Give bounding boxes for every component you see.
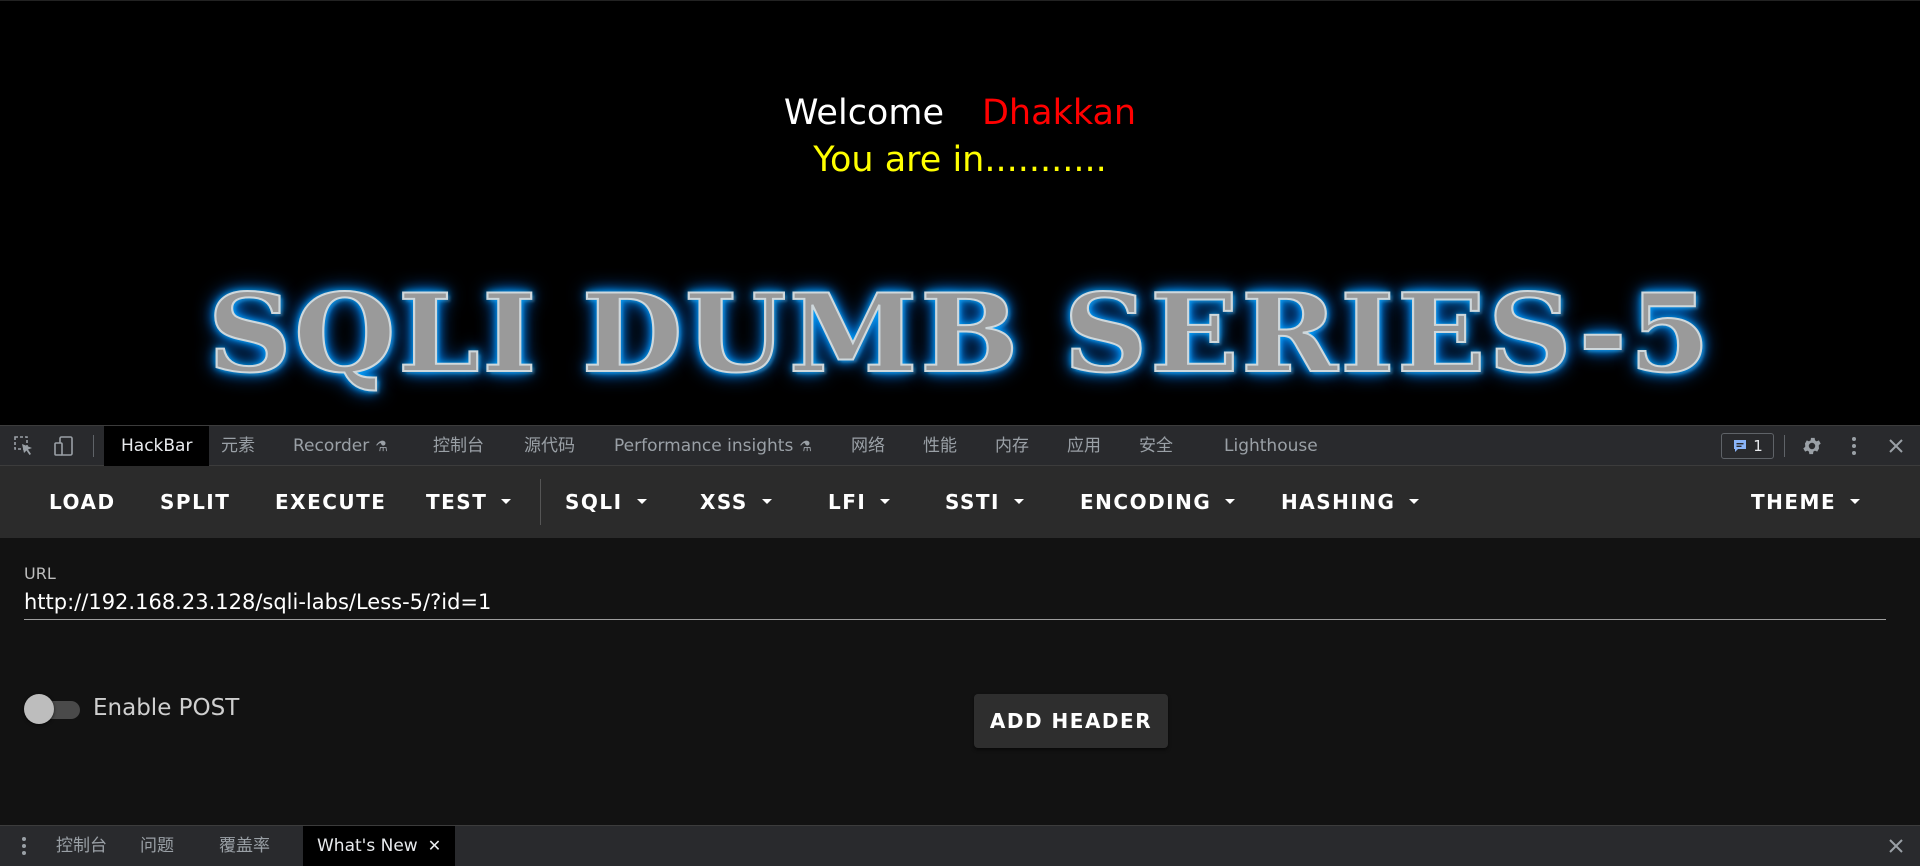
theme-menu-label: THEME — [1751, 490, 1837, 514]
xss-menu-label: XSS — [700, 490, 748, 514]
tab-security[interactable]: 安全 — [1139, 426, 1173, 466]
close-drawer-icon[interactable] — [1884, 834, 1908, 858]
ssti-menu-button[interactable]: SSTI — [945, 466, 1024, 538]
welcome-line: Welcome Dhakkan — [0, 93, 1920, 133]
tab-lighthouse[interactable]: Lighthouse — [1224, 426, 1318, 466]
tab-recorder-label: Recorder — [293, 436, 370, 456]
lfi-menu-label: LFI — [828, 490, 867, 514]
encoding-menu-label: ENCODING — [1080, 490, 1212, 514]
encoding-menu-button[interactable]: ENCODING — [1080, 466, 1236, 538]
page-viewport: Welcome Dhakkan You are in........... SQL… — [0, 0, 1920, 426]
device-toolbar-icon[interactable] — [52, 434, 76, 458]
tab-elements[interactable]: 元素 — [221, 426, 255, 466]
close-devtools-icon[interactable] — [1884, 434, 1908, 458]
drawer-tab-coverage[interactable]: 覆盖率 — [219, 826, 270, 866]
lfi-menu-button[interactable]: LFI — [828, 466, 891, 538]
tab-performance[interactable]: 性能 — [923, 426, 957, 466]
close-tab-icon[interactable]: ✕ — [428, 836, 441, 855]
drawer-tab-console[interactable]: 控制台 — [56, 826, 107, 866]
drawer-tab-whats-new[interactable]: What's New ✕ — [303, 826, 456, 866]
issues-icon — [1734, 440, 1747, 452]
tab-bar-divider — [1784, 435, 1785, 457]
execute-button[interactable]: EXECUTE — [275, 466, 386, 538]
xss-menu-button[interactable]: XSS — [700, 466, 772, 538]
tab-console[interactable]: 控制台 — [433, 426, 484, 466]
drawer-menu-icon[interactable] — [12, 834, 36, 858]
caret-down-icon — [761, 499, 772, 504]
enable-post-label: Enable POST — [93, 695, 240, 721]
tab-application[interactable]: 应用 — [1067, 426, 1101, 466]
tab-bar-divider — [93, 435, 94, 457]
caret-down-icon — [1850, 499, 1861, 504]
welcome-text: Welcome — [783, 93, 944, 133]
status-text: You are in........... — [813, 140, 1107, 180]
tab-memory[interactable]: 内存 — [995, 426, 1029, 466]
hackbar-toolbar: LOAD SPLIT EXECUTE TEST SQLI XSS LFI SST… — [0, 466, 1920, 538]
test-menu-button[interactable]: TEST — [426, 466, 512, 538]
user-name: Dhakkan — [981, 93, 1137, 133]
url-input[interactable] — [24, 585, 1886, 620]
caret-down-icon — [1225, 499, 1236, 504]
test-menu-label: TEST — [426, 490, 488, 514]
tab-performance-insights-label: Performance insights — [614, 436, 794, 456]
toggle-knob — [24, 694, 54, 724]
issues-count: 1 — [1753, 437, 1763, 455]
sqli-menu-label: SQLI — [565, 490, 623, 514]
toolbar-divider — [540, 479, 541, 525]
caret-down-icon — [1409, 499, 1420, 504]
hashing-menu-label: HASHING — [1281, 490, 1396, 514]
theme-menu-button[interactable]: THEME — [1751, 466, 1861, 538]
drawer-tab-whats-new-label: What's New — [317, 836, 418, 856]
caret-down-icon — [636, 499, 647, 504]
add-header-button[interactable]: ADD HEADER — [974, 694, 1168, 748]
more-options-icon[interactable] — [1842, 434, 1866, 458]
hashing-menu-button[interactable]: HASHING — [1281, 466, 1420, 538]
load-button[interactable]: LOAD — [49, 466, 116, 538]
drawer-tab-issues[interactable]: 问题 — [140, 826, 174, 866]
tab-recorder[interactable]: Recorder ⚗ — [293, 426, 388, 466]
inspect-element-icon[interactable] — [12, 434, 36, 458]
enable-post-toggle[interactable] — [24, 694, 80, 724]
sqli-menu-button[interactable]: SQLI — [565, 466, 647, 538]
devtools-tab-bar: HackBar 元素 Recorder ⚗ 控制台 源代码 Performance… — [0, 425, 1920, 466]
hackbar-panel: URL Enable POST ADD HEADER — [0, 538, 1920, 825]
caret-down-icon — [1014, 499, 1024, 504]
tab-network[interactable]: 网络 — [851, 426, 885, 466]
tab-performance-insights[interactable]: Performance insights ⚗ — [614, 426, 812, 466]
tab-hackbar[interactable]: HackBar — [104, 426, 210, 466]
devtools-drawer-bar: 控制台 问题 覆盖率 What's New ✕ — [0, 825, 1920, 866]
url-label: URL — [24, 564, 56, 583]
settings-gear-icon[interactable] — [1800, 434, 1824, 458]
caret-down-icon — [880, 499, 891, 504]
page-title-banner: SQLI DUMB SERIES-5 — [207, 270, 1713, 398]
split-button[interactable]: SPLIT — [160, 466, 230, 538]
experiment-flask-icon: ⚗ — [375, 439, 388, 455]
tab-sources[interactable]: 源代码 — [524, 426, 575, 466]
experiment-flask-icon: ⚗ — [799, 439, 812, 455]
caret-down-icon — [501, 499, 512, 504]
ssti-menu-label: SSTI — [945, 490, 1000, 514]
issues-counter-button[interactable]: 1 — [1721, 433, 1774, 459]
